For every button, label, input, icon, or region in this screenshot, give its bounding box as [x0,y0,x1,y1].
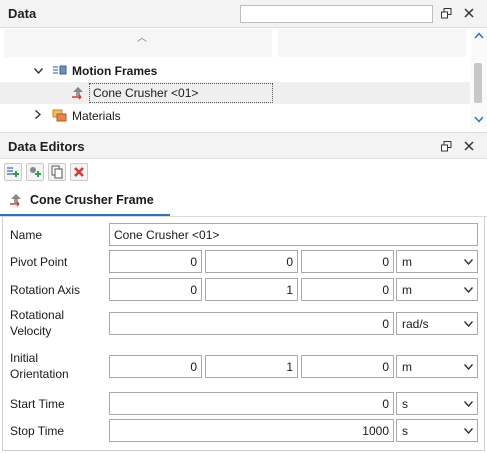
unit-value: s [402,396,408,411]
tree-item-motion-frames[interactable]: Motion Frames [0,60,470,82]
chevron-down-icon [463,426,474,436]
chevron-down-icon [463,399,474,409]
orientation-unit-select[interactable]: m [396,355,478,378]
chevron-right-icon[interactable] [32,109,44,122]
field-label-line1: Rotational [10,308,65,322]
tree-item-label: Motion Frames [72,64,158,78]
float-window-icon[interactable] [438,138,454,154]
scroll-up-icon[interactable] [474,31,484,42]
editors-panel-header: Data Editors [0,132,487,159]
copy-icon[interactable] [48,163,66,181]
add-group-icon[interactable] [26,163,44,181]
field-label: Rotation Axis [10,283,81,297]
orientation-x-input[interactable]: 0 [109,355,202,378]
pivot-unit-select[interactable]: m [396,250,478,273]
column-header-name[interactable]: ︿ [4,29,274,57]
chevron-down-icon [463,257,474,267]
close-icon[interactable] [461,5,477,21]
tree-item-materials[interactable]: Materials [0,105,470,127]
frame-properties-form: Name Cone Crusher <01> Pivot Point 0 0 0… [2,217,485,451]
chevron-down-icon [463,319,474,329]
stop-time-unit-select[interactable]: s [396,419,478,442]
axis-y-input[interactable]: 1 [205,278,298,301]
pivot-x-input[interactable]: 0 [109,250,202,273]
unit-value: m [402,282,412,297]
axis-x-input[interactable]: 0 [109,278,202,301]
field-label: Initial Orientation [10,350,69,382]
delete-icon[interactable] [70,163,88,181]
data-panel-header: Data [0,0,487,28]
data-tree-scrollbar[interactable] [471,29,487,129]
data-tree: ︿ Motion Frames Cone Crusher <01> Materi… [0,29,487,129]
chevron-down-icon [463,362,474,372]
chevron-down-icon[interactable] [32,65,44,77]
field-label: Rotational Velocity [10,307,64,339]
data-search-input[interactable] [240,5,433,23]
scroll-down-icon[interactable] [474,115,484,126]
field-label-line1: Initial [10,351,39,365]
pivot-y-input[interactable]: 0 [205,250,298,273]
materials-icon [52,109,68,123]
start-time-unit-select[interactable]: s [396,392,478,415]
orientation-z-input[interactable]: 0 [301,355,394,378]
field-label: Name [10,228,43,242]
chevron-down-icon [463,285,474,295]
field-label: Pivot Point [10,255,68,269]
scrollbar-thumb[interactable] [474,63,482,103]
tree-item-label: Materials [72,109,121,123]
add-frame-icon[interactable] [4,163,22,181]
field-label: Stop Time [10,424,65,438]
editors-toolbar [0,159,487,185]
pivot-z-input[interactable]: 0 [301,250,394,273]
field-label: Start Time [10,397,65,411]
unit-value: s [402,423,408,438]
unit-value: rad/s [402,316,429,331]
velocity-unit-select[interactable]: rad/s [396,312,478,335]
cone-crusher-frame-icon [8,192,24,208]
tab-label: Cone Crusher Frame [30,193,154,207]
column-header-value[interactable] [278,29,468,57]
velocity-input[interactable]: 0 [109,312,394,335]
unit-value: m [402,254,412,269]
unit-value: m [402,359,412,374]
axis-unit-select[interactable]: m [396,278,478,301]
tab-cone-crusher-frame[interactable]: Cone Crusher Frame [0,186,170,216]
field-label-line2: Velocity [10,324,52,338]
stop-time-input[interactable]: 1000 [109,419,394,442]
tree-item-label: Cone Crusher <01> [89,83,273,103]
orientation-y-input[interactable]: 1 [205,355,298,378]
sort-caret-icon: ︿ [137,33,147,44]
float-window-icon[interactable] [438,5,454,21]
field-label-line2: Orientation [10,367,69,381]
cone-crusher-frame-icon [70,85,86,101]
data-panel-title: Data [8,6,37,21]
start-time-input[interactable]: 0 [109,392,394,415]
close-icon[interactable] [461,138,477,154]
editors-panel-title: Data Editors [8,139,85,154]
tree-item-cone-crusher[interactable]: Cone Crusher <01> [0,82,470,104]
axis-z-input[interactable]: 0 [301,278,394,301]
motion-frames-icon [52,65,68,77]
name-input[interactable]: Cone Crusher <01> [109,223,478,246]
